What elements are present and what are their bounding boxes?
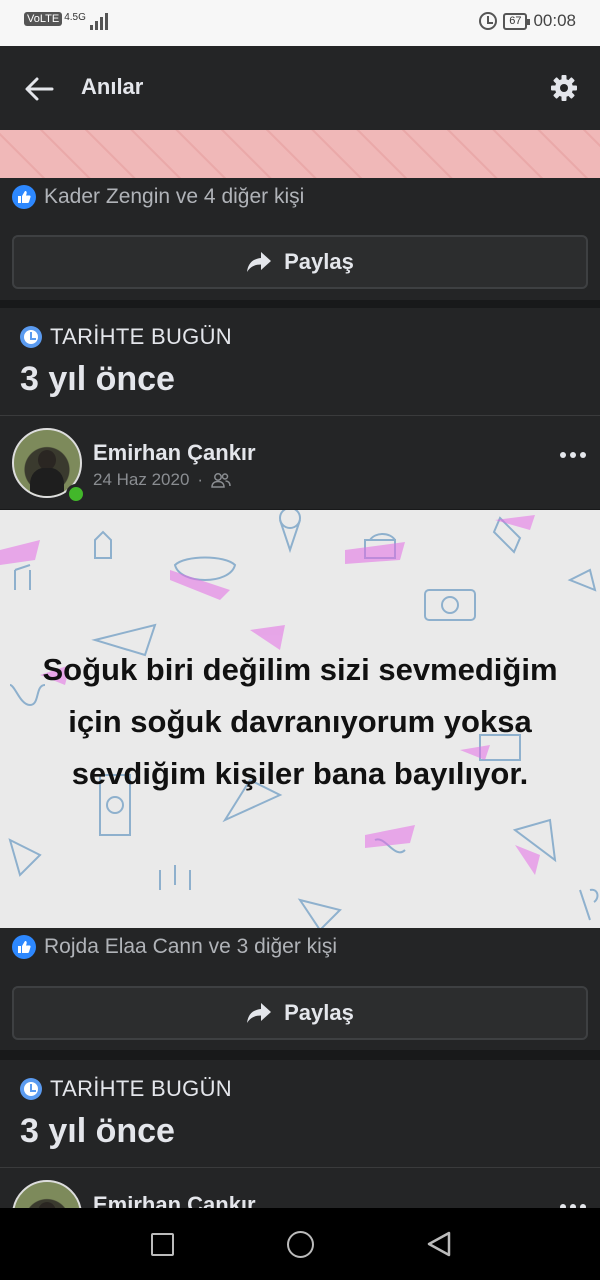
- post-header: Emirhan Çankır: [0, 1167, 600, 1208]
- clock-icon: [20, 1078, 42, 1100]
- poster-name[interactable]: Emirhan Çankır: [93, 440, 256, 466]
- arrow-left-icon[interactable]: [22, 72, 56, 106]
- poster-name[interactable]: Emirhan Çankır: [93, 1192, 256, 1208]
- avatar[interactable]: [12, 1180, 82, 1208]
- share-button[interactable]: Paylaş: [12, 986, 588, 1040]
- divider: [0, 300, 600, 308]
- post-image[interactable]: Soğuk biri değilim sizi sevmediğim için …: [0, 510, 600, 928]
- post-footer: Rojda Elaa Cann ve 3 diğer kişi Paylaş: [0, 928, 600, 1050]
- memory-section-header: TARİHTE BUGÜN 3 yıl önce: [0, 308, 600, 415]
- home-icon[interactable]: [287, 1231, 314, 1258]
- alarm-icon: [479, 12, 498, 30]
- share-label: Paylaş: [284, 1000, 354, 1025]
- app-header: Anılar: [0, 46, 600, 130]
- system-nav-bar: [0, 1208, 600, 1280]
- years-ago: 3 yıl önce: [20, 360, 175, 398]
- post-text-line-3: sevdiğim kişiler bana bayılıyor.: [71, 756, 529, 791]
- network-type: 4.5G: [64, 12, 86, 23]
- post-date[interactable]: 24 Haz 2020: [93, 470, 189, 490]
- thumbs-up-icon: [12, 935, 36, 959]
- status-right: 67 00:08: [479, 11, 576, 31]
- section-label: TARİHTE BUGÜN: [20, 324, 600, 350]
- volte-badge: VoLTE: [24, 12, 63, 26]
- battery-icon: 67: [503, 12, 531, 30]
- clock-icon: [20, 326, 42, 348]
- share-arrow-icon: [247, 1003, 272, 1023]
- reactions-row[interactable]: Kader Zengin ve 4 diğer kişi: [0, 178, 600, 216]
- reactions-text: Kader Zengin ve 4 diğer kişi: [44, 185, 305, 208]
- thumbs-up-icon: [12, 185, 36, 209]
- divider: [0, 1050, 600, 1060]
- clock-time: 00:08: [533, 11, 576, 30]
- status-bar: VoLTE 4.5G 67 00:08: [0, 0, 600, 46]
- network-indicators: VoLTE 4.5G: [24, 12, 108, 30]
- signal-icon: [89, 12, 108, 30]
- reactions-row[interactable]: Rojda Elaa Cann ve 3 diğer kişi: [0, 928, 600, 966]
- page-title: Anılar: [81, 74, 144, 99]
- gear-icon[interactable]: [550, 74, 578, 102]
- more-dots-icon[interactable]: [560, 452, 586, 458]
- memory-section-header: TARİHTE BUGÜN 3 yıl önce: [0, 1060, 600, 1167]
- share-arrow-icon: [247, 252, 272, 272]
- previous-post-footer: Kader Zengin ve 4 diğer kişi Paylaş: [0, 178, 600, 300]
- section-label: TARİHTE BUGÜN: [20, 1076, 600, 1102]
- section-label-text: TARİHTE BUGÜN: [50, 324, 232, 349]
- post-header: Emirhan Çankır 24 Haz 2020 ·: [0, 415, 600, 509]
- meta-separator: ·: [197, 470, 204, 489]
- reactions-text: Rojda Elaa Cann ve 3 diğer kişi: [44, 935, 337, 958]
- back-triangle-icon[interactable]: [426, 1230, 452, 1258]
- section-label-text: TARİHTE BUGÜN: [50, 1076, 232, 1101]
- years-ago: 3 yıl önce: [20, 1112, 175, 1150]
- previous-post-image[interactable]: [0, 130, 600, 178]
- recent-apps-icon[interactable]: [151, 1233, 174, 1256]
- share-button[interactable]: Paylaş: [12, 235, 588, 289]
- share-label: Paylaş: [284, 249, 354, 274]
- online-status-dot: [66, 484, 86, 504]
- friends-icon: [211, 473, 231, 488]
- post-text-line-2: için soğuk davranıyorum yoksa: [68, 704, 532, 739]
- post-meta: 24 Haz 2020 ·: [93, 470, 231, 490]
- post-text-line-1: Soğuk biri değilim sizi sevmediğim: [42, 652, 558, 687]
- post-text: Soğuk biri değilim sizi sevmediğim için …: [0, 644, 600, 800]
